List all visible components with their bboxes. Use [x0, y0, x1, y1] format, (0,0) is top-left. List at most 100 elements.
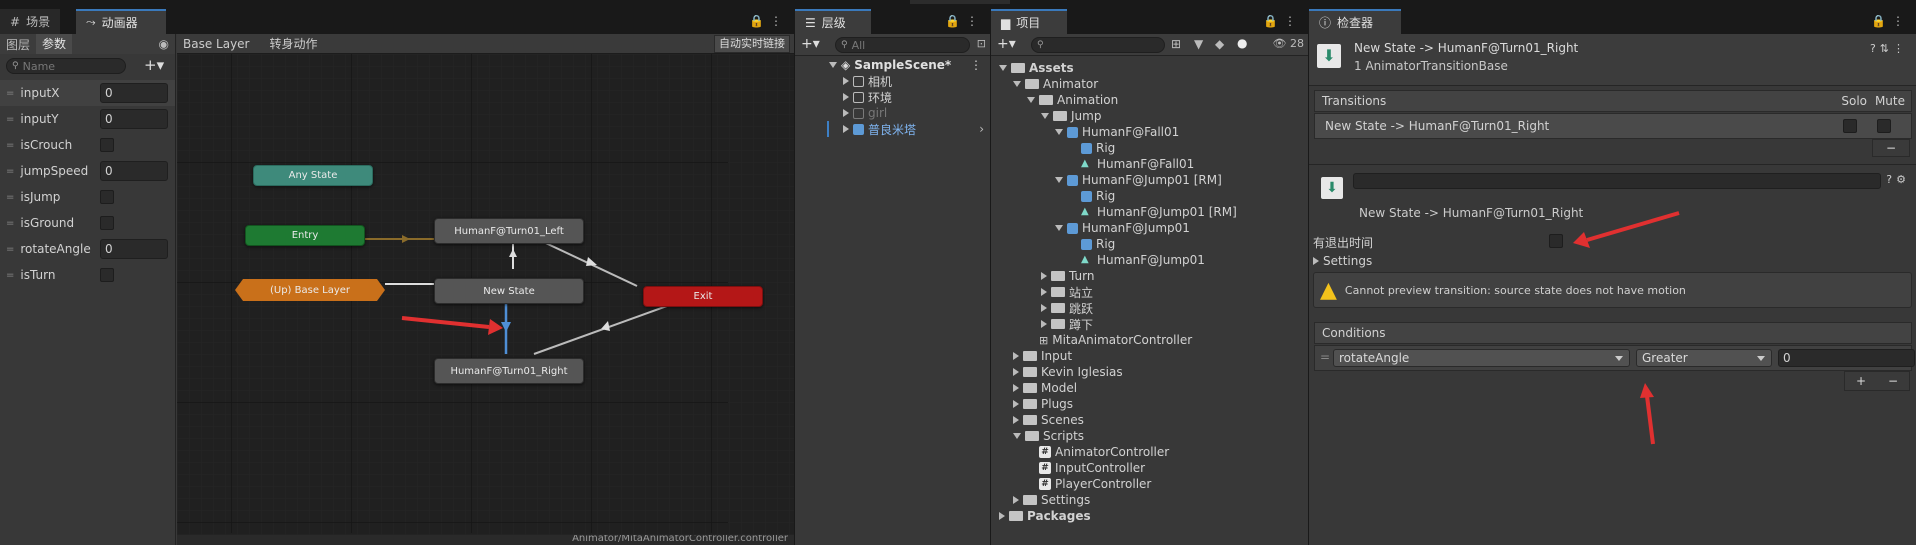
expand-icon[interactable] — [1055, 129, 1063, 135]
node-entry[interactable]: Entry — [245, 225, 365, 246]
remove-condition-button[interactable]: − — [1888, 374, 1898, 388]
project-tree-item[interactable]: Rig — [1069, 188, 1115, 204]
drag-handle-icon[interactable]: = — [6, 218, 14, 229]
collapse-icon[interactable] — [1041, 272, 1047, 280]
create-asset-button[interactable]: +▾ — [997, 36, 1016, 52]
header-icons[interactable]: ?⇅⋮ — [1870, 42, 1908, 55]
drag-handle-icon[interactable]: = — [6, 244, 14, 255]
project-search[interactable]: ⚲ — [1031, 37, 1165, 53]
project-tree-item[interactable]: 站立 — [1041, 284, 1093, 300]
tab-project[interactable]: ▆ 项目 — [991, 9, 1067, 34]
collapse-icon[interactable] — [1013, 416, 1019, 424]
project-tree-item[interactable]: Animator — [1013, 76, 1098, 92]
expand-icon[interactable] — [1041, 113, 1049, 119]
more-icon[interactable]: ⋮ — [770, 14, 788, 28]
lock-icon[interactable]: 🔒 — [945, 14, 966, 28]
more-icon[interactable]: ⋮ — [1284, 14, 1302, 28]
expand-icon[interactable] — [999, 65, 1007, 71]
add-param-button[interactable]: +▾ — [144, 56, 164, 74]
project-tree-item[interactable]: HumanF@Jump01 — [1055, 220, 1190, 236]
project-tab-options[interactable]: 🔒⋮ — [1263, 14, 1302, 28]
breadcrumb-base-layer[interactable]: Base Layer — [177, 37, 260, 51]
inspector-tab-options[interactable]: 🔒⋮ — [1871, 14, 1910, 28]
more-icon[interactable]: ⋮ — [966, 14, 984, 28]
param-value-field[interactable]: 0 — [100, 109, 168, 129]
hierarchy-tab-options[interactable]: 🔒⋮ — [945, 14, 984, 28]
transition-remove-button[interactable]: − — [1872, 139, 1910, 157]
node-new-state[interactable]: New State — [434, 278, 584, 304]
breadcrumb-state[interactable]: 转身动作 — [260, 35, 328, 52]
help-settings-icons[interactable]: ?⚙ — [1886, 173, 1910, 186]
project-tree-item[interactable]: # AnimatorController — [1027, 444, 1169, 460]
param-value-field[interactable]: 0 — [100, 83, 168, 103]
project-tree-item[interactable]: Plugs — [1013, 396, 1073, 412]
param-value-field[interactable]: 0 — [100, 239, 168, 259]
lock-icon[interactable]: 🔒 — [749, 14, 770, 28]
graph-area[interactable]: Base Layer 转身动作 自动实时链接 Any State Entry (… — [177, 34, 794, 545]
lock-icon[interactable]: 🔒 — [1263, 14, 1284, 28]
collapse-icon[interactable] — [1041, 304, 1047, 312]
expand-icon[interactable] — [1055, 177, 1063, 183]
layers-tab[interactable]: 图层 — [0, 36, 36, 53]
expand-icon[interactable] — [1027, 97, 1035, 103]
drag-handle-icon[interactable]: = — [6, 192, 14, 203]
project-tree-item[interactable]: Scripts — [1013, 428, 1084, 444]
hierarchy-search[interactable]: ⚲ All — [835, 37, 970, 53]
param-row[interactable]: = isCrouch — [0, 132, 175, 158]
param-row[interactable]: = inputX 0 — [0, 80, 175, 106]
tab-animator[interactable]: ⤳ 动画器 — [76, 9, 166, 34]
project-tree-item[interactable]: 跳跃 — [1041, 300, 1093, 316]
node-turn-right[interactable]: HumanF@Turn01_Right — [434, 358, 584, 384]
project-tree-item[interactable]: ⊞ MitaAnimatorController — [1027, 332, 1192, 348]
condition-param-dropdown[interactable]: rotateAngle — [1333, 349, 1630, 367]
expand-icon[interactable] — [1013, 433, 1021, 439]
hierarchy-item[interactable]: girl — [843, 105, 990, 121]
project-tree-item[interactable]: Model — [1013, 380, 1077, 396]
collapse-icon[interactable] — [1013, 496, 1019, 504]
param-bool-checkbox[interactable] — [100, 138, 114, 152]
project-tree-item[interactable]: HumanF@Jump01 [RM] — [1055, 172, 1222, 188]
project-tree-item[interactable]: ▲ HumanF@Jump01 — [1069, 252, 1205, 268]
lock-icon[interactable]: 🔒 — [1871, 14, 1892, 28]
drag-handle-icon[interactable]: = — [6, 88, 14, 99]
hierarchy-item[interactable]: 环境 — [843, 89, 990, 105]
mute-checkbox[interactable] — [1877, 119, 1891, 133]
project-tree-item[interactable]: Assets — [999, 60, 1074, 76]
expand-icon[interactable] — [1013, 81, 1021, 87]
transition-name-field[interactable] — [1353, 173, 1881, 189]
project-tree-item[interactable]: Turn — [1041, 268, 1094, 284]
expand-icon[interactable] — [829, 62, 837, 68]
project-tree-item[interactable]: Scenes — [1013, 412, 1084, 428]
chevron-right-icon[interactable]: › — [979, 122, 984, 136]
drag-handle-icon[interactable]: = — [6, 166, 14, 177]
node-any-state[interactable]: Any State — [253, 165, 373, 186]
collapse-icon[interactable] — [1013, 400, 1019, 408]
project-tree-item[interactable]: # PlayerController — [1027, 476, 1151, 492]
project-tree-item[interactable]: ▲ HumanF@Fall01 — [1069, 156, 1194, 172]
add-condition-button[interactable]: + — [1856, 374, 1866, 388]
search-by-label-icon[interactable]: ▼ — [1194, 37, 1203, 51]
more-icon[interactable]: ⋮ — [970, 58, 982, 72]
condition-value-field[interactable]: 0 — [1778, 349, 1915, 367]
expand-icon[interactable] — [843, 77, 849, 85]
project-tree-item[interactable]: Kevin Iglesias — [1013, 364, 1123, 380]
project-tree-item[interactable]: Settings — [1013, 492, 1090, 508]
hierarchy-item[interactable]: 相机 — [843, 73, 990, 89]
transition-row[interactable]: New State -> HumanF@Turn01_Right — [1314, 113, 1912, 139]
project-tree-item[interactable]: Packages — [999, 508, 1091, 524]
project-tree-item[interactable]: Rig — [1069, 236, 1115, 252]
collapse-icon[interactable] — [1013, 368, 1019, 376]
condition-op-dropdown[interactable]: Greater — [1636, 349, 1772, 367]
scene-root[interactable]: ◈ SampleScene* ⋮ — [829, 57, 990, 73]
drag-handle-icon[interactable]: = — [6, 114, 14, 125]
add-object-button[interactable]: +▾ — [801, 36, 820, 52]
param-search[interactable]: ⚲ Name — [6, 58, 126, 74]
drag-handle-icon[interactable]: = — [1320, 350, 1330, 364]
node-up-base-layer[interactable]: (Up) Base Layer — [235, 279, 385, 301]
params-tab[interactable]: 参数 — [36, 34, 73, 54]
collapse-icon[interactable] — [1041, 288, 1047, 296]
expand-icon[interactable] — [843, 93, 849, 101]
tab-inspector[interactable]: ⓘ 检查器 — [1309, 9, 1401, 34]
info-icon[interactable]: ● — [1237, 36, 1247, 50]
project-tree-item[interactable]: Jump — [1041, 108, 1101, 124]
